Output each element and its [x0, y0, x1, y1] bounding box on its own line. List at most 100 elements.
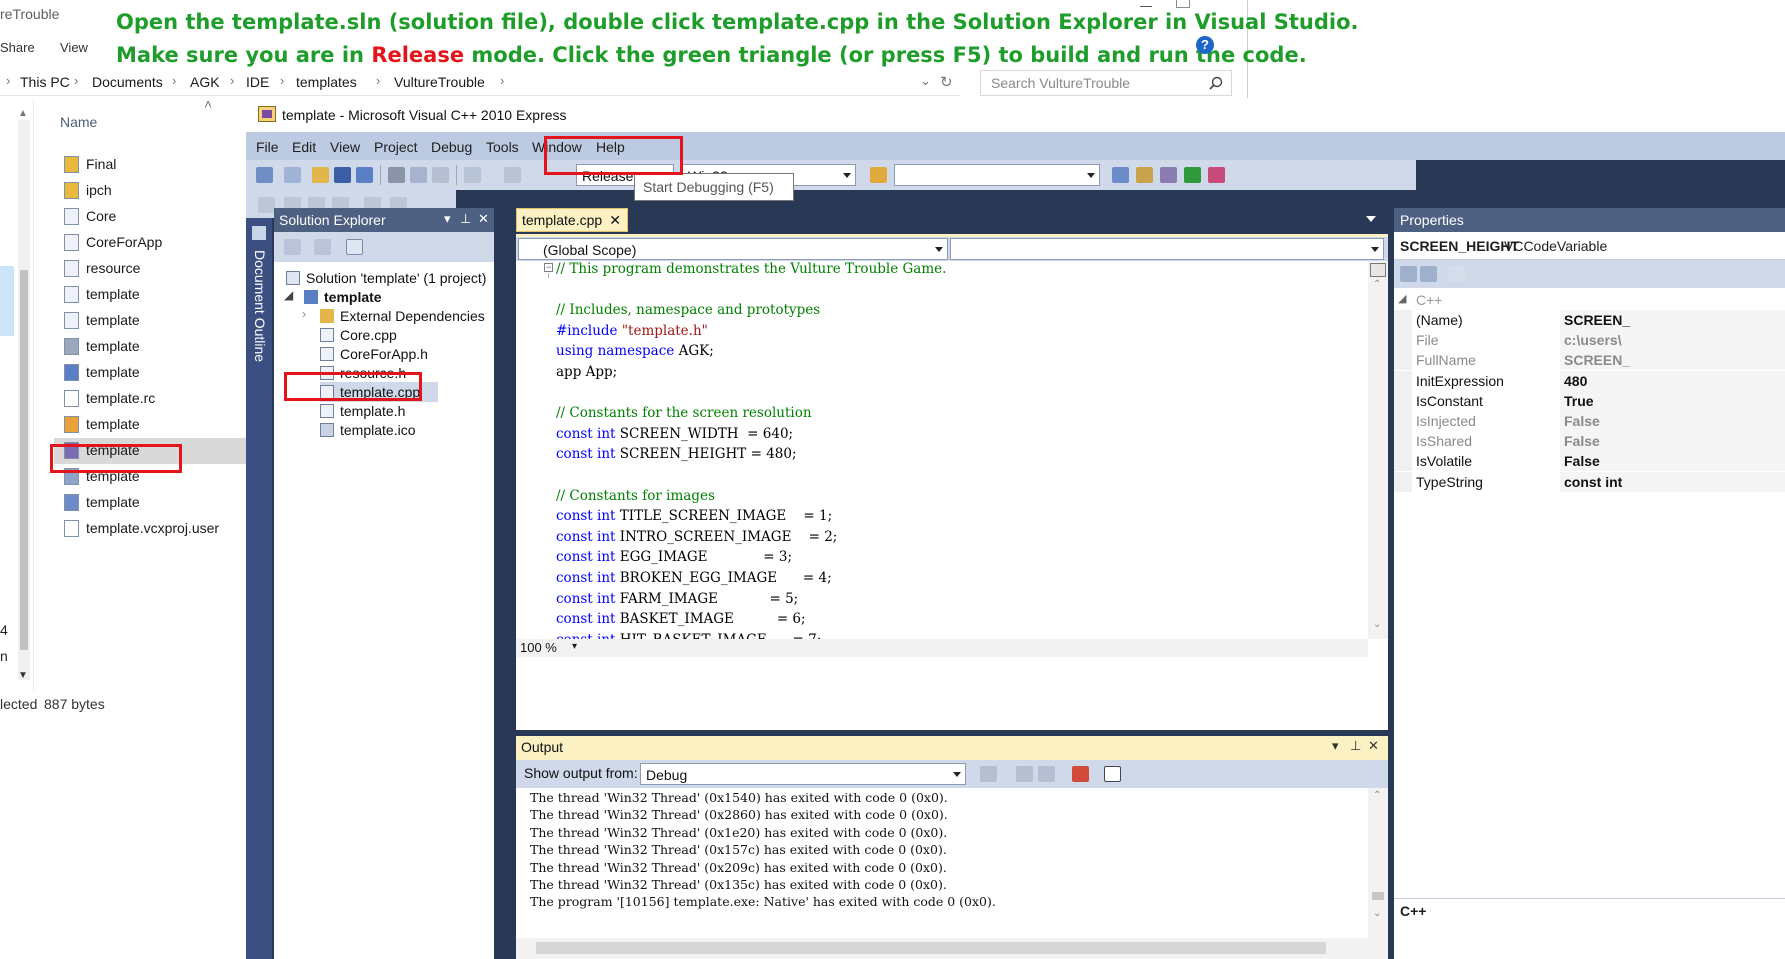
zoom-dropdown-icon[interactable]: ▾ — [572, 641, 577, 652]
close-icon[interactable]: ✕ — [609, 212, 621, 229]
properties-icon[interactable] — [284, 239, 301, 255]
scope-select[interactable]: (Global Scope) — [518, 238, 948, 260]
show-all-files-icon[interactable] — [314, 239, 331, 255]
menu-project[interactable]: Project — [374, 139, 418, 155]
file-list-item[interactable]: resource — [54, 256, 254, 282]
code-line[interactable]: using namespace AGK; — [556, 343, 714, 362]
code-line[interactable]: const int BASKET_IMAGE = 6; — [556, 611, 806, 630]
close-icon[interactable]: ✕ — [478, 211, 489, 227]
property-row[interactable]: TypeString const int — [1394, 471, 1785, 492]
file-list-item[interactable]: Core — [54, 204, 254, 230]
scroll-down-icon[interactable]: ▼ — [18, 670, 28, 681]
address-bar[interactable]: › This PC › Documents › AGK › IDE › temp… — [0, 68, 960, 96]
file-list-item[interactable]: ipch — [54, 178, 254, 204]
scroll-thumb[interactable] — [536, 942, 1326, 954]
zoom-level[interactable]: 100 % — [520, 640, 557, 655]
paste-icon[interactable] — [432, 167, 449, 183]
code-line[interactable]: const int INTRO_SCREEN_IMAGE = 2; — [556, 529, 837, 548]
ribbon-tab-share[interactable]: Share — [0, 40, 35, 55]
property-row[interactable]: File c:\users\ — [1394, 330, 1785, 351]
start-page-icon[interactable] — [1184, 167, 1201, 183]
add-item-icon[interactable] — [284, 167, 301, 183]
property-row[interactable]: InitExpression 480 — [1394, 370, 1785, 391]
output-text[interactable]: The thread 'Win32 Thread' (0x1540) has e… — [516, 788, 1368, 938]
code-line[interactable]: // This program demonstrates the Vulture… — [556, 261, 946, 280]
menu-debug[interactable]: Debug — [431, 139, 472, 155]
expand-arrow-icon[interactable]: ◢ — [284, 288, 293, 302]
output-source-select[interactable]: Debug — [640, 763, 966, 785]
panel-dropdown-icon[interactable]: ▾ — [1332, 738, 1339, 754]
file-list-item[interactable]: template — [54, 308, 254, 334]
redo-icon[interactable] — [504, 167, 521, 183]
scroll-up-icon[interactable]: ▲ — [18, 108, 28, 119]
open-file-icon[interactable] — [312, 167, 329, 183]
code-line[interactable]: // Constants for the screen resolution — [556, 405, 812, 424]
cut-icon[interactable] — [388, 167, 405, 183]
file-list-item[interactable]: Final — [54, 152, 254, 178]
split-icon[interactable] — [1370, 263, 1386, 277]
property-row[interactable]: IsInjected False — [1394, 411, 1785, 431]
collapse-arrow-icon[interactable]: › — [302, 307, 306, 321]
code-line[interactable]: #include "template.h" — [556, 323, 708, 342]
breadcrumb-documents[interactable]: Documents — [92, 74, 163, 90]
code-line[interactable]: // Constants for images — [556, 488, 715, 507]
property-row[interactable]: FullName SCREEN_ — [1394, 350, 1785, 371]
menu-view[interactable]: View — [330, 139, 360, 155]
copy-icon[interactable] — [410, 167, 427, 183]
output-horizontal-scrollbar[interactable] — [516, 938, 1368, 959]
chevron-down-icon[interactable]: ⌄ — [920, 73, 931, 89]
breadcrumb-templates[interactable]: templates — [296, 74, 357, 90]
collapse-arrow-icon[interactable]: ◢ — [1398, 292, 1406, 305]
pin-icon[interactable]: ⊥ — [460, 211, 471, 227]
file-list-item[interactable]: template — [54, 412, 254, 438]
solution-explorer-icon[interactable] — [1112, 167, 1129, 183]
member-select[interactable] — [950, 238, 1384, 260]
help-icon[interactable]: ? — [1196, 36, 1214, 54]
breadcrumb-this-pc[interactable]: This PC — [20, 74, 70, 90]
tab-list-dropdown-icon[interactable] — [1366, 216, 1376, 222]
menu-edit[interactable]: Edit — [292, 139, 316, 155]
ribbon-tab-view[interactable]: View — [60, 40, 88, 55]
toolbar-icon[interactable] — [258, 197, 275, 213]
properties-object-select[interactable]: SCREEN_HEIGHT VCCodeVariable — [1394, 232, 1785, 260]
save-icon[interactable] — [334, 167, 351, 183]
property-pages-icon[interactable] — [1448, 266, 1465, 282]
scroll-down-icon[interactable]: ⌄ — [1373, 619, 1381, 630]
scroll-thumb[interactable] — [1372, 892, 1384, 900]
pin-icon[interactable]: ⊥ — [1350, 738, 1361, 754]
navigation-pane[interactable]: 4 n ▲ ▼ — [0, 100, 34, 690]
property-row[interactable]: IsConstant True — [1394, 390, 1785, 411]
code-line[interactable]: const int FARM_IMAGE = 5; — [556, 591, 798, 610]
refresh-icon[interactable]: ↻ — [940, 73, 953, 91]
column-header-name[interactable]: Name — [60, 114, 97, 130]
code-line[interactable]: const int SCREEN_WIDTH = 640; — [556, 426, 793, 445]
editor-vertical-scrollbar[interactable]: ⌃ ⌄ — [1368, 261, 1388, 639]
find-in-files-icon[interactable] — [870, 167, 887, 183]
file-list-item[interactable]: template.rc — [54, 386, 254, 412]
document-outline-tab[interactable]: Document Outline — [246, 218, 272, 959]
code-line[interactable]: const int TITLE_SCREEN_IMAGE = 1; — [556, 508, 832, 527]
code-line[interactable]: const int BROKEN_EGG_IMAGE = 4; — [556, 570, 832, 589]
categorized-icon[interactable] — [1400, 266, 1417, 282]
file-list-item[interactable]: template — [54, 334, 254, 360]
nav-scroll-thumb[interactable] — [20, 270, 28, 650]
menu-file[interactable]: File — [256, 139, 279, 155]
code-text-area[interactable]: − // This program demonstrates the Vultu… — [516, 261, 1368, 639]
scroll-down-icon[interactable]: ⌄ — [1373, 908, 1381, 919]
class-view-icon[interactable] — [1208, 167, 1225, 183]
property-row[interactable]: IsVolatile False — [1394, 451, 1785, 472]
undo-icon[interactable] — [464, 167, 481, 183]
code-line[interactable]: const int HIT_BASKET_IMAGE = 7; — [556, 632, 821, 639]
scroll-up-icon[interactable]: ⌃ — [1373, 790, 1381, 801]
collapse-icon[interactable]: − — [544, 263, 553, 272]
output-vertical-scrollbar[interactable]: ⌃ ⌄ — [1368, 788, 1388, 959]
menu-tools[interactable]: Tools — [486, 139, 519, 155]
property-row[interactable]: (Name) SCREEN_ — [1394, 310, 1785, 330]
properties-icon[interactable] — [1136, 167, 1153, 183]
search-input[interactable]: Search VultureTrouble — [980, 70, 1232, 96]
save-all-icon[interactable] — [356, 167, 373, 183]
editor-horizontal-scrollbar[interactable]: 100 % ▾ — [516, 639, 1368, 657]
file-list-item[interactable]: template.vcxproj.user — [54, 516, 254, 542]
file-list-item[interactable]: CoreForApp — [54, 230, 254, 256]
code-line[interactable]: // Includes, namespace and prototypes — [556, 302, 820, 321]
